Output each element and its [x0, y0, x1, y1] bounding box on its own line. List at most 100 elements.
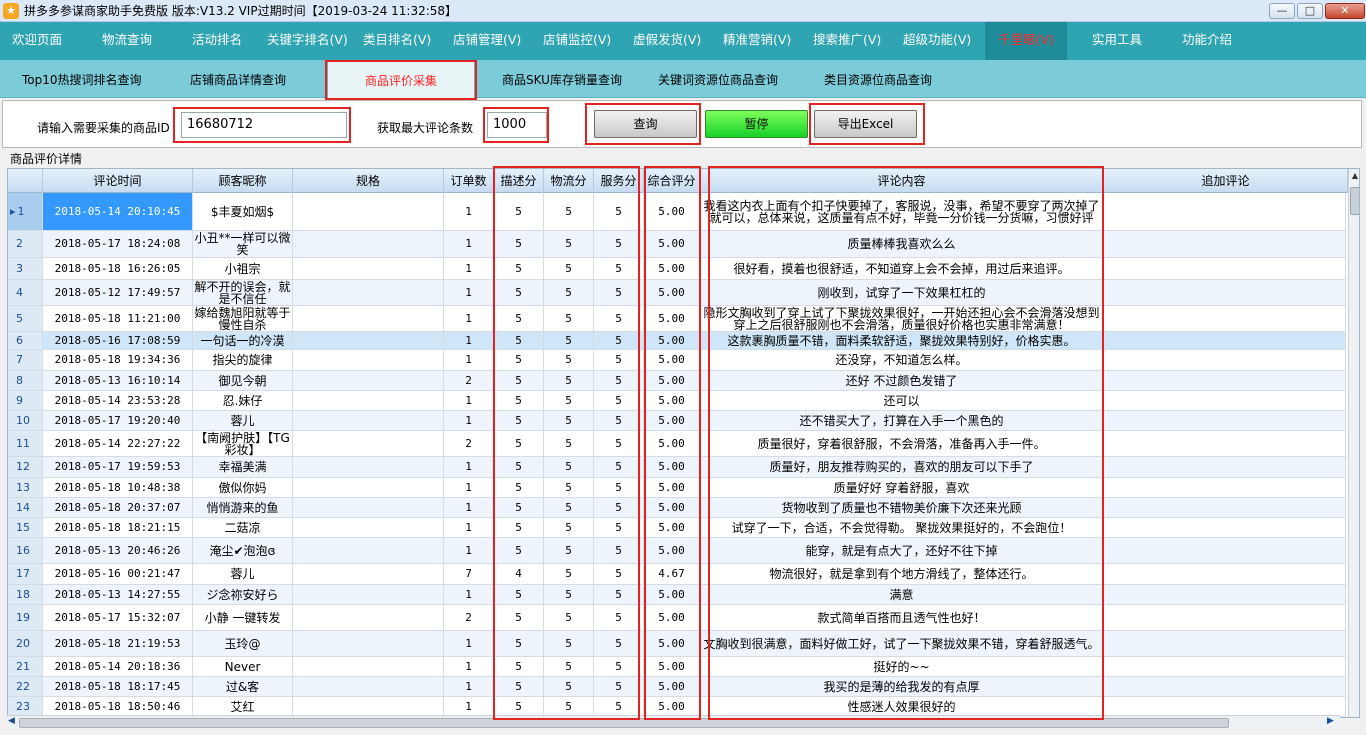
table-row[interactable]: 8 2018-05-13 16:10:14 御见今朝 2 5 5 5 5.00 还好 不过颜色发…	[8, 371, 1346, 391]
review-time-cell[interactable]: 2018-05-17 15:32:07	[43, 605, 193, 630]
append-comment-cell[interactable]	[1104, 498, 1346, 517]
comment-cell[interactable]: 很好看，摸着也很舒适，不知道穿上会不会掉，用过后来追评。	[700, 258, 1104, 279]
row-index[interactable]: 6	[8, 332, 43, 349]
nickname-cell[interactable]: 淹尘✔泡泡ɞ	[193, 538, 293, 563]
desc-score-cell[interactable]: 5	[494, 657, 544, 676]
scroll-left-icon[interactable]: ◀	[8, 716, 15, 726]
scroll-right-icon[interactable]: ▶	[1327, 716, 1334, 726]
logistics-score-cell[interactable]: 5	[544, 538, 594, 563]
nickname-cell[interactable]: $丰夏如烟$	[193, 193, 293, 230]
row-index[interactable]: 13	[8, 478, 43, 497]
logistics-score-cell[interactable]: 5	[544, 657, 594, 676]
orders-cell[interactable]: 1	[444, 457, 494, 477]
append-comment-cell[interactable]	[1104, 332, 1346, 349]
logistics-score-cell[interactable]: 5	[544, 697, 594, 716]
logistics-score-cell[interactable]: 5	[544, 193, 594, 230]
service-score-cell[interactable]: 5	[594, 538, 644, 563]
table-row[interactable]: 4 2018-05-12 17:49:57 解不开的误会，就是不信任 1 5 5 5 5.00…	[8, 280, 1346, 306]
comment-cell[interactable]: 物流很好，就是拿到有个地方滑线了，整体还行。	[700, 564, 1104, 584]
logistics-score-cell[interactable]: 5	[544, 280, 594, 305]
comment-cell[interactable]: 还不错买大了，打算在入手一个黑色的	[700, 411, 1104, 430]
append-comment-cell[interactable]	[1104, 231, 1346, 257]
menu-item-search-promo[interactable]: 搜索推广(V)	[813, 22, 881, 60]
logistics-score-cell[interactable]: 5	[544, 258, 594, 279]
logistics-score-cell[interactable]: 5	[544, 631, 594, 656]
table-row[interactable]: 16 2018-05-13 20:46:26 淹尘✔泡泡ɞ 1 5 5 5 5.00 能穿，就是…	[8, 538, 1346, 564]
append-comment-cell[interactable]	[1104, 518, 1346, 537]
service-score-cell[interactable]: 5	[594, 585, 644, 604]
logistics-score-cell[interactable]: 5	[544, 391, 594, 410]
menu-item-intro[interactable]: 功能介绍	[1182, 22, 1232, 60]
overall-score-cell[interactable]: 5.00	[644, 411, 700, 430]
nickname-cell[interactable]: 小静 一键转发	[193, 605, 293, 630]
spec-cell[interactable]	[293, 605, 444, 630]
orders-cell[interactable]: 1	[444, 631, 494, 656]
orders-cell[interactable]: 1	[444, 411, 494, 430]
spec-cell[interactable]	[293, 478, 444, 497]
append-comment-cell[interactable]	[1104, 538, 1346, 563]
comment-cell[interactable]: 我买的是薄的给我发的有点厚	[700, 677, 1104, 696]
nickname-cell[interactable]: 蓉儿	[193, 411, 293, 430]
tab-sku-stock-sales[interactable]: 商品SKU库存销量查询	[502, 60, 622, 98]
row-index[interactable]: 18	[8, 585, 43, 604]
logistics-score-cell[interactable]: 5	[544, 518, 594, 537]
menu-item-logistics[interactable]: 物流查询	[102, 22, 152, 60]
desc-score-cell[interactable]: 5	[494, 258, 544, 279]
review-time-cell[interactable]: 2018-05-16 00:21:47	[43, 564, 193, 584]
service-score-cell[interactable]: 5	[594, 350, 644, 370]
service-score-cell[interactable]: 5	[594, 697, 644, 716]
spec-cell[interactable]	[293, 677, 444, 696]
spec-cell[interactable]	[293, 332, 444, 349]
orders-cell[interactable]: 1	[444, 391, 494, 410]
service-score-cell[interactable]: 5	[594, 605, 644, 630]
logistics-score-cell[interactable]: 5	[544, 306, 594, 331]
desc-score-cell[interactable]: 5	[494, 697, 544, 716]
nickname-cell[interactable]: 指尖的旋律	[193, 350, 293, 370]
service-score-cell[interactable]: 5	[594, 518, 644, 537]
review-time-cell[interactable]: 2018-05-18 18:21:15	[43, 518, 193, 537]
table-row[interactable]: 23 2018-05-18 18:50:46 艾红 1 5 5 5 5.00 性感迷人效果很好的	[8, 697, 1346, 717]
menu-item-tools[interactable]: 实用工具	[1092, 22, 1142, 60]
review-time-cell[interactable]: 2018-05-13 16:10:14	[43, 371, 193, 390]
review-time-cell[interactable]: 2018-05-18 21:19:53	[43, 631, 193, 656]
spec-cell[interactable]	[293, 391, 444, 410]
desc-score-cell[interactable]: 5	[494, 538, 544, 563]
overall-score-cell[interactable]: 5.00	[644, 350, 700, 370]
table-row[interactable]: 7 2018-05-18 19:34:36 指尖的旋律 1 5 5 5 5.00 还没穿，不知道…	[8, 350, 1346, 371]
overall-score-cell[interactable]: 5.00	[644, 306, 700, 331]
orders-cell[interactable]: 1	[444, 498, 494, 517]
service-score-cell[interactable]: 5	[594, 657, 644, 676]
row-index[interactable]: 16	[8, 538, 43, 563]
orders-cell[interactable]: 1	[444, 258, 494, 279]
overall-score-cell[interactable]: 5.00	[644, 258, 700, 279]
orders-cell[interactable]: 1	[444, 697, 494, 716]
menu-item-precise-marketing[interactable]: 精准营销(V)	[723, 22, 791, 60]
service-score-cell[interactable]: 5	[594, 332, 644, 349]
nickname-cell[interactable]: 二菇凉	[193, 518, 293, 537]
table-row[interactable]: 5 2018-05-18 11:21:00 嫁给魏旭阳就等于慢性自杀 1 5 5 5 5.00…	[8, 306, 1346, 332]
row-index[interactable]: 17	[8, 564, 43, 584]
comment-cell[interactable]: 挺好的~~	[700, 657, 1104, 676]
overall-score-cell[interactable]: 5.00	[644, 478, 700, 497]
row-index[interactable]: 15	[8, 518, 43, 537]
logistics-score-cell[interactable]: 5	[544, 350, 594, 370]
query-button[interactable]: 查询	[594, 110, 697, 138]
row-index[interactable]: 5	[8, 306, 43, 331]
review-time-cell[interactable]: 2018-05-13 14:27:55	[43, 585, 193, 604]
comment-cell[interactable]: 我看这内衣上面有个扣子快要掉了，客服说，没事，希望不要穿了两次掉了就可以，总体来…	[700, 193, 1104, 230]
max-comments-input[interactable]: 1000	[487, 112, 547, 138]
column-header-logistics-score[interactable]: 物流分	[544, 169, 594, 193]
review-time-cell[interactable]: 2018-05-16 17:08:59	[43, 332, 193, 349]
column-header-orders[interactable]: 订单数	[444, 169, 494, 193]
column-header-service-score[interactable]: 服务分	[594, 169, 644, 193]
review-time-cell[interactable]: 2018-05-17 19:20:40	[43, 411, 193, 430]
review-time-cell[interactable]: 2018-05-14 20:18:36	[43, 657, 193, 676]
table-row[interactable]: 2 2018-05-17 18:24:08 小丑**一样可以微笑 1 5 5 5 5.00 质量…	[8, 231, 1346, 258]
overall-score-cell[interactable]: 5.00	[644, 371, 700, 390]
column-header-spec[interactable]: 规格	[293, 169, 444, 193]
table-row[interactable]: 22 2018-05-18 18:17:45 过&客 1 5 5 5 5.00 我买的是薄的给我…	[8, 677, 1346, 697]
comment-cell[interactable]: 满意	[700, 585, 1104, 604]
comment-cell[interactable]: 能穿，就是有点大了，还好不往下掉	[700, 538, 1104, 563]
orders-cell[interactable]: 1	[444, 231, 494, 257]
spec-cell[interactable]	[293, 371, 444, 390]
